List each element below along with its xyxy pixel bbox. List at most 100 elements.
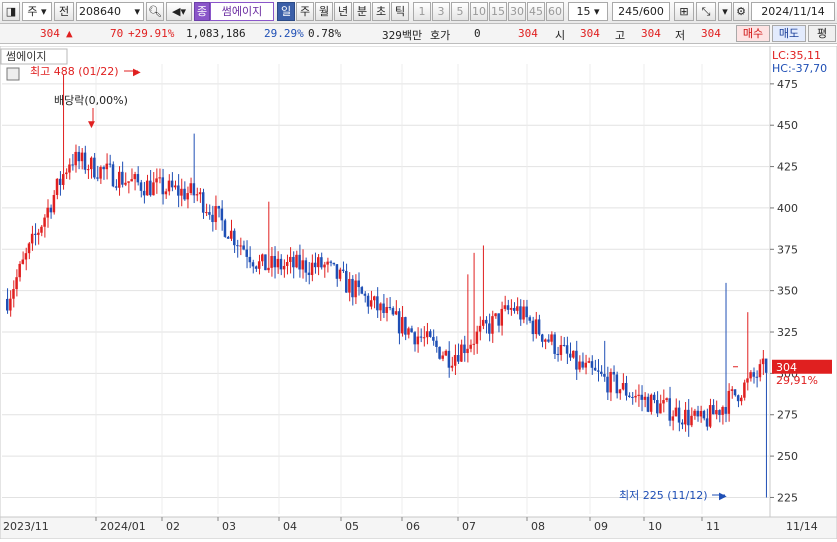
candle-body (705, 418, 709, 427)
interval-button[interactable]: 45 (527, 2, 545, 21)
candle-body (145, 180, 149, 196)
count-display[interactable]: 245/600 (612, 2, 670, 21)
dropdown-icon[interactable]: ▾ (718, 2, 732, 21)
candle-body (68, 164, 71, 173)
avg-button[interactable]: 평 (808, 25, 836, 42)
line-tool-icon[interactable]: ⤡ (696, 2, 716, 21)
interval-button[interactable]: 60 (546, 2, 564, 21)
candle-body (637, 394, 640, 396)
candle-body (99, 167, 102, 179)
candle-body (270, 256, 273, 268)
buy-button[interactable]: 매수 (736, 25, 770, 42)
candle-body (114, 186, 118, 188)
candle-body (447, 350, 451, 368)
candle-body (49, 207, 53, 213)
period-button[interactable]: 주 (296, 2, 314, 21)
date-input[interactable]: 2024/11/14 (751, 2, 835, 21)
candle-body (472, 343, 476, 345)
high-value: 304 (641, 27, 661, 40)
candle-body (102, 167, 105, 170)
period-button[interactable]: 초 (372, 2, 390, 21)
candle-body (173, 185, 177, 188)
chart-area[interactable]: 225 250 275 300 325 350 375 400 425 450 475 2023/11… (0, 45, 837, 540)
interval-button[interactable]: 3 (432, 2, 450, 21)
interval-button[interactable]: 10 (470, 2, 488, 21)
candle-body (201, 192, 205, 213)
candle-body (30, 233, 34, 244)
interval-select[interactable]: 15 ▾ (568, 2, 608, 21)
trade-amount: 329백만 (382, 29, 423, 42)
candle-body (587, 361, 591, 363)
candle-body (329, 261, 332, 263)
candle-body (388, 306, 392, 309)
interval-button[interactable]: 30 (508, 2, 526, 21)
candle-body (740, 397, 743, 402)
candle-body (410, 328, 413, 333)
candle-body (208, 212, 211, 215)
gear-icon[interactable]: ⚙ (733, 2, 749, 21)
period-button[interactable]: 년 (334, 2, 352, 21)
candle-body (758, 364, 762, 378)
interval-button[interactable]: 1 (413, 2, 431, 21)
stock-name[interactable]: 썸에이지 (210, 2, 274, 21)
period-button[interactable]: 일 (277, 2, 295, 21)
y-axis-panel (769, 45, 837, 518)
market-type-select[interactable]: 주 ▾ (22, 2, 52, 21)
candle-body (565, 345, 569, 354)
candle-body (198, 192, 202, 195)
candle-body (289, 256, 292, 263)
y-tick-label: 350 (777, 285, 798, 298)
candle-body (71, 164, 74, 166)
y-tick-label: 400 (777, 202, 798, 215)
candle-body (117, 171, 121, 188)
candle-body (223, 220, 227, 237)
candle-body (484, 319, 488, 324)
candle-body (226, 236, 230, 239)
candle-body (456, 355, 460, 362)
candle-body (242, 245, 245, 250)
candlestick-chart[interactable]: 2252502753003253503754004254504752023/11… (0, 45, 837, 540)
candle-body (615, 374, 619, 394)
candle-body (687, 409, 690, 426)
candle-body (432, 336, 435, 341)
candle-body (593, 367, 597, 371)
candle-body (341, 269, 345, 271)
candle-body (702, 410, 706, 419)
candle-body (89, 157, 93, 170)
candle-body (491, 316, 494, 334)
candle-body (525, 306, 528, 318)
candle-body (522, 306, 525, 320)
layout-icon[interactable]: ◨ (2, 2, 20, 21)
candle-body (130, 179, 133, 182)
candle-body (581, 361, 584, 368)
stock-code-input[interactable]: 208640 ▾ (76, 2, 144, 21)
candle-body (180, 188, 183, 196)
candle-body (338, 269, 342, 279)
y-tick-label: 275 (777, 409, 798, 422)
candle-body (646, 396, 650, 412)
zoom-icon[interactable]: ⊞ (674, 2, 694, 21)
sell-button[interactable]: 매도 (772, 25, 806, 42)
candle-body (696, 410, 699, 417)
chart-kind-button[interactable]: 전 (54, 2, 74, 21)
period-button[interactable]: 월 (315, 2, 333, 21)
candle-body (304, 260, 308, 273)
interval-button[interactable]: 15 (489, 2, 507, 21)
candle-body (596, 370, 600, 372)
y-tick-label: 325 (777, 326, 798, 339)
speaker-icon[interactable]: ◀▾ (166, 2, 192, 21)
candle-body (400, 317, 404, 334)
candle-body (313, 262, 317, 268)
search-icon[interactable]: 🔍︎ (146, 2, 164, 21)
period-button[interactable]: 분 (353, 2, 371, 21)
candle-body (547, 339, 550, 342)
candle-body (121, 171, 124, 185)
candle-body (345, 270, 348, 293)
turnover-rate: 0.78% (308, 27, 342, 40)
candle-body (404, 317, 407, 335)
candle-body (192, 183, 196, 196)
period-button[interactable]: 틱 (391, 2, 409, 21)
high-label: 고 (615, 29, 626, 42)
candle-body (453, 355, 457, 366)
interval-button[interactable]: 5 (451, 2, 469, 21)
